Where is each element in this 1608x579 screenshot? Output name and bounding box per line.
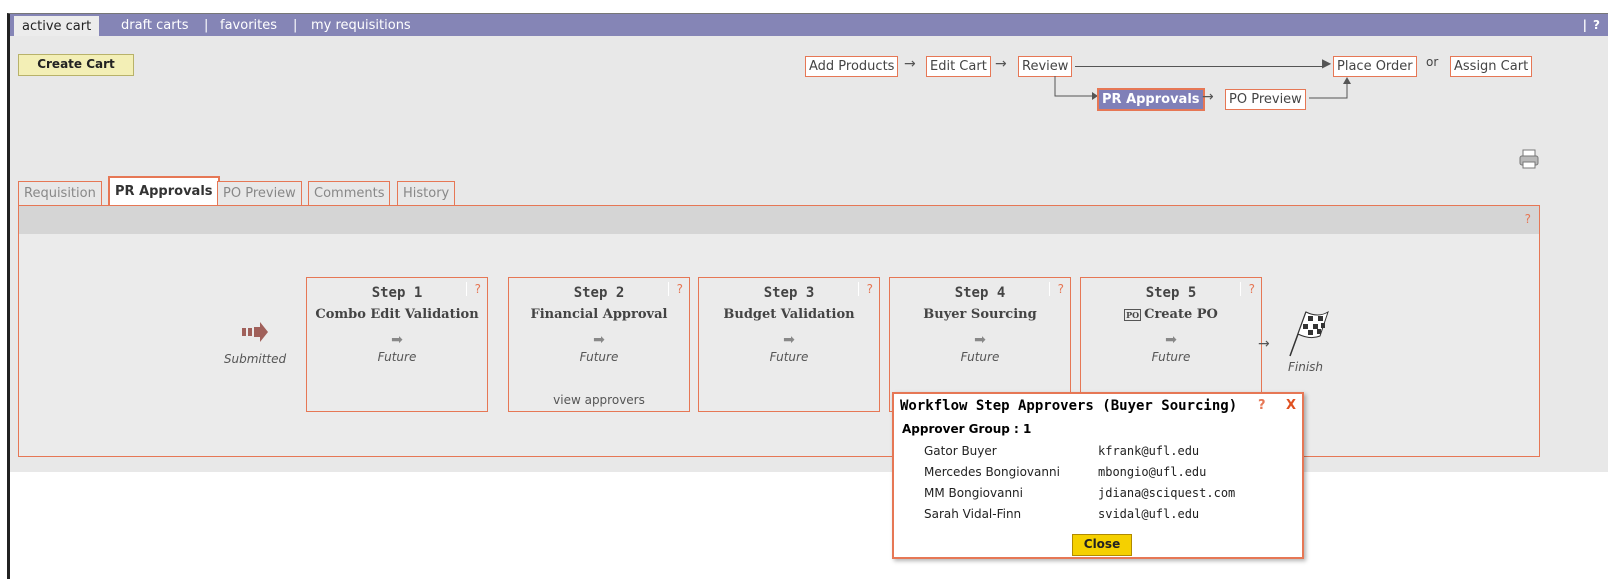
- popup-help-link[interactable]: ?: [1258, 398, 1266, 413]
- submitted-arrow-icon: [242, 322, 268, 342]
- approver-email: kfrank@ufl.edu: [1098, 444, 1200, 458]
- process-review[interactable]: Review: [1018, 56, 1073, 77]
- step-title: Step 5: [1145, 285, 1197, 301]
- arrow-right-icon: ▶: [1322, 56, 1332, 70]
- arrow-right-icon: →: [1258, 336, 1270, 352]
- step-title: Step 3: [763, 285, 815, 301]
- approver-name: MM Bongiovanni: [924, 486, 1023, 500]
- approver-group-label: Approver Group : 1: [902, 422, 1032, 436]
- process-assign-cart[interactable]: Assign Cart: [1450, 56, 1533, 77]
- step-status: Future: [377, 350, 417, 364]
- approver-name: Sarah Vidal-Finn: [924, 507, 1022, 521]
- step-status: Future: [579, 350, 619, 364]
- step-help-link[interactable]: ?: [1239, 282, 1255, 296]
- approver-email: mbongio@ufl.edu: [1098, 465, 1207, 479]
- po-document-icon: PO: [1124, 308, 1142, 321]
- panel-header: ?: [19, 206, 1539, 234]
- approver-email: svidal@ufl.edu: [1098, 507, 1200, 521]
- step-title: Step 4: [954, 285, 1006, 301]
- tab-po-preview[interactable]: PO Preview: [217, 181, 302, 206]
- close-icon[interactable]: X: [1286, 398, 1296, 413]
- create-cart-button[interactable]: Create Cart: [18, 54, 134, 76]
- workflow-step-1[interactable]: ? Step 1 Combo Edit Validation ➡ Future: [306, 277, 488, 412]
- step-status: Future: [960, 350, 1000, 364]
- process-po-preview[interactable]: PO Preview: [1225, 89, 1306, 110]
- printer-icon[interactable]: [1518, 148, 1540, 170]
- tab-history[interactable]: History: [397, 181, 456, 206]
- or-label: or: [1426, 55, 1439, 69]
- step-title: Step 2: [573, 285, 625, 301]
- step-name-label: Create PO: [1144, 307, 1218, 322]
- workflow-submitted: Submitted: [220, 322, 290, 366]
- step-status: Future: [769, 350, 809, 364]
- panel-help-link[interactable]: ?: [1525, 212, 1531, 226]
- nav-separator: |: [204, 18, 209, 33]
- step-title: Step 1: [371, 285, 423, 301]
- top-nav-bar: active cart draft carts | favorites | my…: [10, 14, 1608, 36]
- return-connector: [1309, 77, 1351, 99]
- tab-requisition[interactable]: Requisition: [18, 181, 102, 206]
- process-place-order[interactable]: Place Order: [1333, 56, 1417, 77]
- close-button[interactable]: Close: [1072, 534, 1132, 556]
- approver-email: jdiana@sciquest.com: [1098, 486, 1236, 500]
- arrow-right-icon: ➡: [783, 332, 795, 348]
- tab-draft-carts[interactable]: draft carts: [121, 14, 188, 36]
- help-link[interactable]: |?: [1583, 14, 1600, 36]
- step-name: Budget Validation: [723, 307, 855, 322]
- tab-active-cart[interactable]: active cart: [14, 16, 100, 36]
- arrow-right-icon: ➡: [1165, 332, 1177, 348]
- step-name: Combo Edit Validation: [315, 307, 479, 322]
- flow-line: [1075, 66, 1325, 67]
- step-help-link[interactable]: ?: [857, 282, 873, 296]
- approver-name: Gator Buyer: [924, 444, 997, 458]
- process-pr-approvals[interactable]: PR Approvals: [1097, 88, 1205, 111]
- tab-favorites[interactable]: favorites: [220, 14, 277, 36]
- finish-label: Finish: [1288, 360, 1324, 374]
- arrow-right-icon: ➡: [593, 332, 605, 348]
- submitted-label: Submitted: [223, 352, 287, 366]
- arrow-right-icon: ➡: [391, 332, 403, 348]
- view-approvers-link[interactable]: view approvers: [509, 393, 689, 407]
- tab-comments[interactable]: Comments: [308, 181, 391, 206]
- workflow-approvers-popup: Workflow Step Approvers (Buyer Sourcing)…: [892, 392, 1304, 559]
- workflow-step-3[interactable]: ? Step 3 Budget Validation ➡ Future: [698, 277, 880, 412]
- process-edit-cart[interactable]: Edit Cart: [926, 56, 991, 77]
- step-help-link[interactable]: ?: [1048, 282, 1064, 296]
- arrow-right-icon: →: [904, 56, 916, 72]
- tab-my-requisitions[interactable]: my requisitions: [311, 14, 411, 36]
- popup-title: Workflow Step Approvers (Buyer Sourcing): [900, 398, 1238, 414]
- arrow-right-icon: ➡: [974, 332, 986, 348]
- approver-name: Mercedes Bongiovanni: [924, 465, 1060, 479]
- nav-separator: |: [293, 18, 298, 33]
- process-add-products[interactable]: Add Products: [805, 56, 899, 77]
- workflow-step-2[interactable]: ? Step 2 Financial Approval ➡ Future vie…: [508, 277, 690, 412]
- tab-pr-approvals[interactable]: PR Approvals: [108, 176, 220, 208]
- step-name: PO Create PO: [1081, 307, 1261, 322]
- step-help-link[interactable]: ?: [667, 282, 683, 296]
- step-help-link[interactable]: ?: [465, 282, 481, 296]
- step-name: Buyer Sourcing: [923, 307, 1037, 322]
- step-name: Financial Approval: [530, 307, 668, 322]
- arrow-right-icon: →: [1202, 89, 1214, 105]
- arrow-right-icon: →: [995, 56, 1007, 72]
- checkered-flag-icon: [1289, 310, 1329, 357]
- step-status: Future: [1151, 350, 1191, 364]
